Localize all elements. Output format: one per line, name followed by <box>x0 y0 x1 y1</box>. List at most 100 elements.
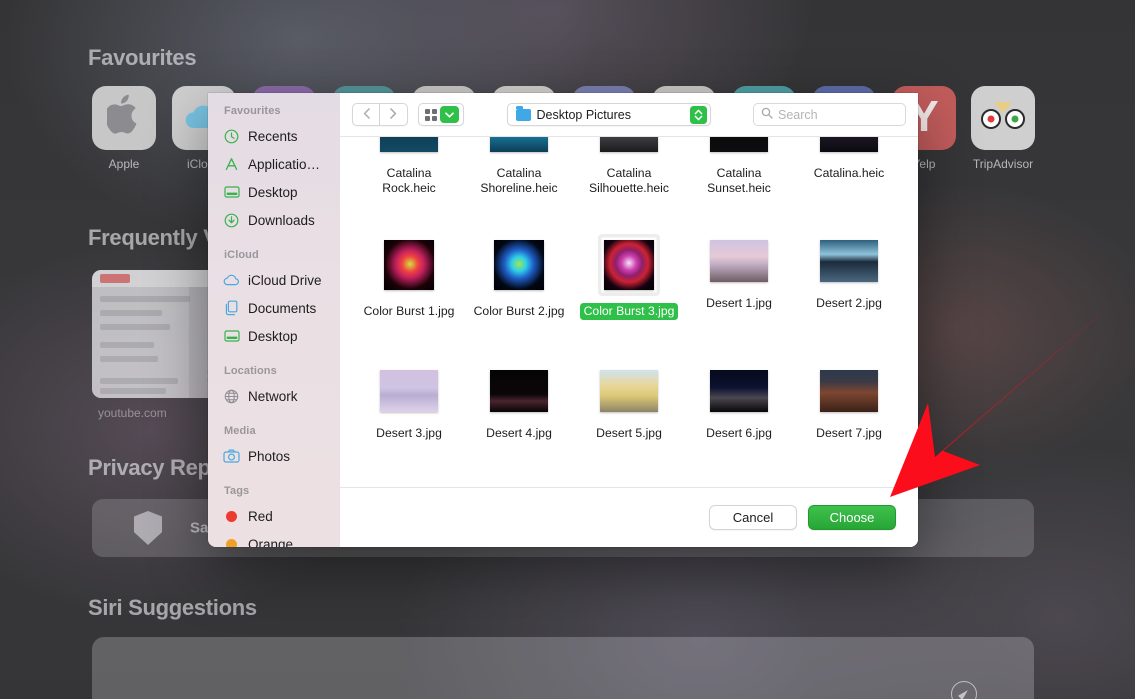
file-name-label: Desert 2.jpg <box>816 296 882 310</box>
sidebar[interactable]: Favourites Recents Applicatio… Desktop Downl… <box>208 93 340 547</box>
file-name-label: Desert 6.jpg <box>706 426 772 440</box>
tripadvisor-icon <box>981 102 1025 132</box>
sidebar-group-header-icloud: iCloud <box>224 249 259 261</box>
file-item[interactable]: Catalina Silhouette.heic <box>574 137 684 226</box>
file-picker-dialog: Favourites Recents Applicatio… Desktop Downl… <box>208 93 918 547</box>
file-thumbnail-icon <box>820 240 878 282</box>
file-thumbnail-wrapper <box>814 137 884 158</box>
file-item[interactable]: Desert 4.jpg <box>464 356 574 486</box>
frequently-visited-domain-label: youtube.com <box>98 406 167 420</box>
file-name-label: Desert 4.jpg <box>486 426 552 440</box>
sidebar-item-label: Network <box>248 388 298 404</box>
apple-icon <box>104 94 141 142</box>
file-item[interactable]: Color Burst 2.jpg <box>464 226 574 356</box>
clock-icon <box>223 128 240 145</box>
file-thumbnail-icon <box>820 370 878 412</box>
file-thumbnail-icon <box>604 240 654 290</box>
file-thumbnail-icon <box>710 240 768 282</box>
background-favourite-tile[interactable] <box>971 86 1035 150</box>
file-name-label: Desert 7.jpg <box>816 426 882 440</box>
sidebar-item-network[interactable]: Network <box>208 382 340 410</box>
file-name-label: Catalina.heic <box>813 166 885 180</box>
file-thumbnail-wrapper <box>704 364 774 418</box>
background-favourite-label: TripAdvisor <box>972 157 1034 171</box>
sidebar-item-desktop[interactable]: Desktop <box>208 178 340 206</box>
sidebar-item-icloud-drive[interactable]: iCloud Drive <box>208 266 340 294</box>
file-name-label: Desert 1.jpg <box>706 296 772 310</box>
file-thumbnail-icon <box>490 370 548 412</box>
file-name-label: Color Burst 3.jpg <box>579 303 679 320</box>
file-item[interactable]: Color Burst 3.jpg <box>574 226 684 356</box>
compass-icon <box>951 681 977 699</box>
chevron-left-icon <box>363 107 370 122</box>
sidebar-group-header-tags: Tags <box>224 485 250 497</box>
file-thumbnail-wrapper <box>374 137 444 158</box>
sidebar-item-documents[interactable]: Documents <box>208 294 340 322</box>
file-item[interactable]: Catalina.heic <box>794 137 904 226</box>
background-section-title: Favourites <box>88 45 197 70</box>
file-item[interactable]: Desert 2.jpg <box>794 226 904 356</box>
file-grid-scroll-area[interactable]: Catalina Rock.heic Catalina Shoreline.hei… <box>340 137 918 487</box>
sidebar-group-header-locations: Locations <box>224 365 277 377</box>
file-thumbnail-icon <box>820 137 878 152</box>
sidebar-item-downloads[interactable]: Downloads <box>208 206 340 234</box>
forward-button[interactable] <box>380 103 408 126</box>
sidebar-item-label: iCloud Drive <box>248 272 322 288</box>
file-item[interactable]: Desert 6.jpg <box>684 356 794 486</box>
sidebar-item-applicatio[interactable]: Applicatio… <box>208 150 340 178</box>
file-name-label: Catalina Sunset.heic <box>707 166 771 195</box>
downloads-icon <box>223 212 240 229</box>
shield-icon <box>134 511 162 545</box>
background-section-title: Siri Suggestions <box>88 595 257 620</box>
file-item[interactable]: Catalina Sunset.heic <box>684 137 794 226</box>
file-item[interactable]: Desert 1.jpg <box>684 226 794 356</box>
file-thumbnail-wrapper <box>488 234 550 296</box>
sidebar-item-label: Orange <box>248 536 294 548</box>
sidebar-item-label: Desktop <box>248 184 298 200</box>
cancel-button[interactable]: Cancel <box>709 505 797 530</box>
file-item[interactable]: Desert 3.jpg <box>354 356 464 486</box>
applications-icon <box>223 156 240 173</box>
path-popup-button[interactable]: Desktop Pictures <box>506 103 711 126</box>
icon-grid-view-icon <box>425 108 437 121</box>
file-grid: Catalina Rock.heic Catalina Shoreline.hei… <box>340 137 918 486</box>
file-thumbnail-icon <box>490 137 548 152</box>
sidebar-item-label: Photos <box>248 448 291 464</box>
file-item[interactable]: Desert 7.jpg <box>794 356 904 486</box>
file-thumbnail-wrapper <box>378 234 440 296</box>
network-globe-icon <box>223 388 240 405</box>
back-button[interactable] <box>352 103 380 126</box>
file-thumbnail-wrapper <box>594 137 664 158</box>
sidebar-item-photos[interactable]: Photos <box>208 442 340 470</box>
cloud-icon <box>223 272 240 289</box>
photos-camera-icon <box>223 448 240 465</box>
sidebar-item-label: Desktop <box>248 328 298 344</box>
navigation-buttons <box>352 103 408 126</box>
file-item[interactable]: Catalina Rock.heic <box>354 137 464 226</box>
siri-suggestions-card[interactable] <box>92 637 1034 699</box>
chevron-down-icon <box>440 106 459 123</box>
folder-icon <box>515 106 531 121</box>
current-folder-label: Desktop Pictures <box>536 107 631 122</box>
file-item[interactable]: Color Burst 1.jpg <box>354 226 464 356</box>
view-options-button[interactable] <box>418 103 464 126</box>
search-field[interactable] <box>753 103 906 126</box>
file-name-label: Desert 5.jpg <box>596 426 662 440</box>
file-thumbnail-wrapper <box>374 364 444 418</box>
file-thumbnail-icon <box>380 137 438 152</box>
file-name-label: Desert 3.jpg <box>376 426 442 440</box>
sidebar-item-orange[interactable]: Orange <box>208 530 340 547</box>
background-favourite-tile[interactable] <box>92 86 156 150</box>
file-thumbnail-wrapper <box>594 364 664 418</box>
search-input[interactable] <box>778 107 898 122</box>
sidebar-item-label: Downloads <box>248 212 315 228</box>
sidebar-item-desktop[interactable]: Desktop <box>208 322 340 350</box>
sidebar-item-recents[interactable]: Recents <box>208 122 340 150</box>
file-thumbnail-icon <box>710 370 768 412</box>
file-item[interactable]: Desert 5.jpg <box>574 356 684 486</box>
file-name-label: Color Burst 2.jpg <box>473 304 565 318</box>
sidebar-item-red[interactable]: Red <box>208 502 340 530</box>
file-item[interactable]: Catalina Shoreline.heic <box>464 137 574 226</box>
sidebar-group-header-favourites: Favourites <box>224 105 281 117</box>
choose-button[interactable]: Choose <box>808 505 896 530</box>
